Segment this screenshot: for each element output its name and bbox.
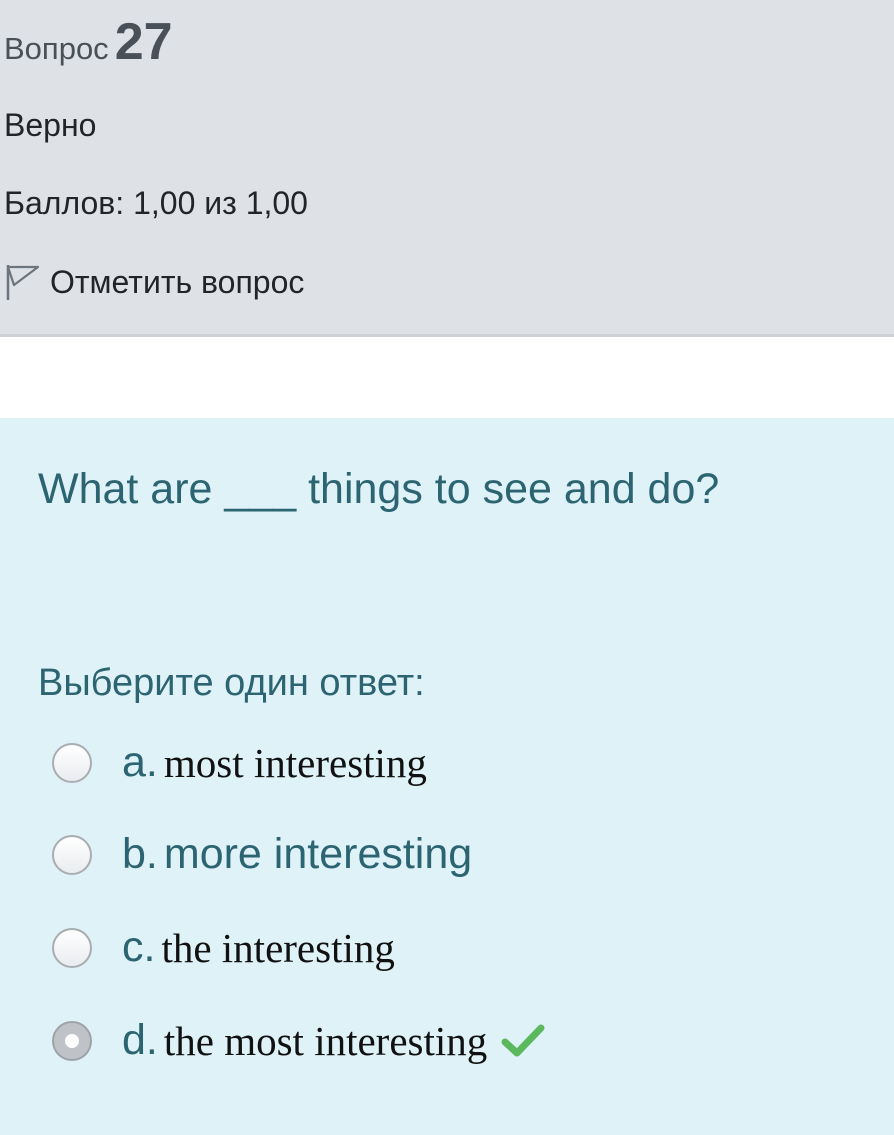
flag-question-button[interactable]: Отметить вопрос bbox=[4, 262, 304, 302]
flag-question-label: Отметить вопрос bbox=[50, 263, 305, 300]
radio-button-b[interactable] bbox=[52, 834, 92, 875]
answer-prompt: Выберите один ответ: bbox=[38, 662, 425, 704]
answer-letter-b: b. bbox=[122, 830, 158, 878]
radio-button-c[interactable] bbox=[52, 927, 92, 968]
question-info: Вопрос 27 Верно Баллов: 1,00 из 1,00 Отме… bbox=[0, 0, 894, 337]
question-grade: Баллов: 1,00 из 1,00 bbox=[4, 185, 308, 221]
answer-option-b[interactable]: b. more interesting bbox=[52, 830, 472, 879]
answer-option-a[interactable]: a. most interesting bbox=[52, 738, 427, 787]
answer-letter-d: d. bbox=[122, 1016, 158, 1064]
answer-text-a: most interesting bbox=[163, 739, 427, 786]
answer-text-c: the interesting bbox=[161, 924, 395, 971]
question-number-value: 27 bbox=[114, 13, 173, 71]
radio-button-d[interactable] bbox=[52, 1020, 92, 1061]
answer-letter-a: a. bbox=[122, 738, 158, 786]
question-label: Вопрос bbox=[4, 31, 109, 66]
flag-icon bbox=[6, 265, 40, 300]
question-state: Верно bbox=[4, 107, 97, 143]
answer-option-c[interactable]: c. the interesting bbox=[52, 923, 395, 972]
question-number: Вопрос 27 bbox=[4, 12, 173, 72]
check-icon bbox=[501, 1024, 545, 1056]
answer-letter-c: c. bbox=[122, 923, 156, 971]
answer-option-d[interactable]: d. the most interesting bbox=[52, 1016, 545, 1065]
question-content: What are ___ things to see and do? Выбер… bbox=[0, 418, 894, 1135]
answer-text-d: the most interesting bbox=[163, 1017, 488, 1064]
question-text: What are ___ things to see and do? bbox=[38, 465, 720, 513]
answer-text-b: more interesting bbox=[163, 830, 473, 878]
radio-button-a[interactable] bbox=[52, 742, 92, 783]
